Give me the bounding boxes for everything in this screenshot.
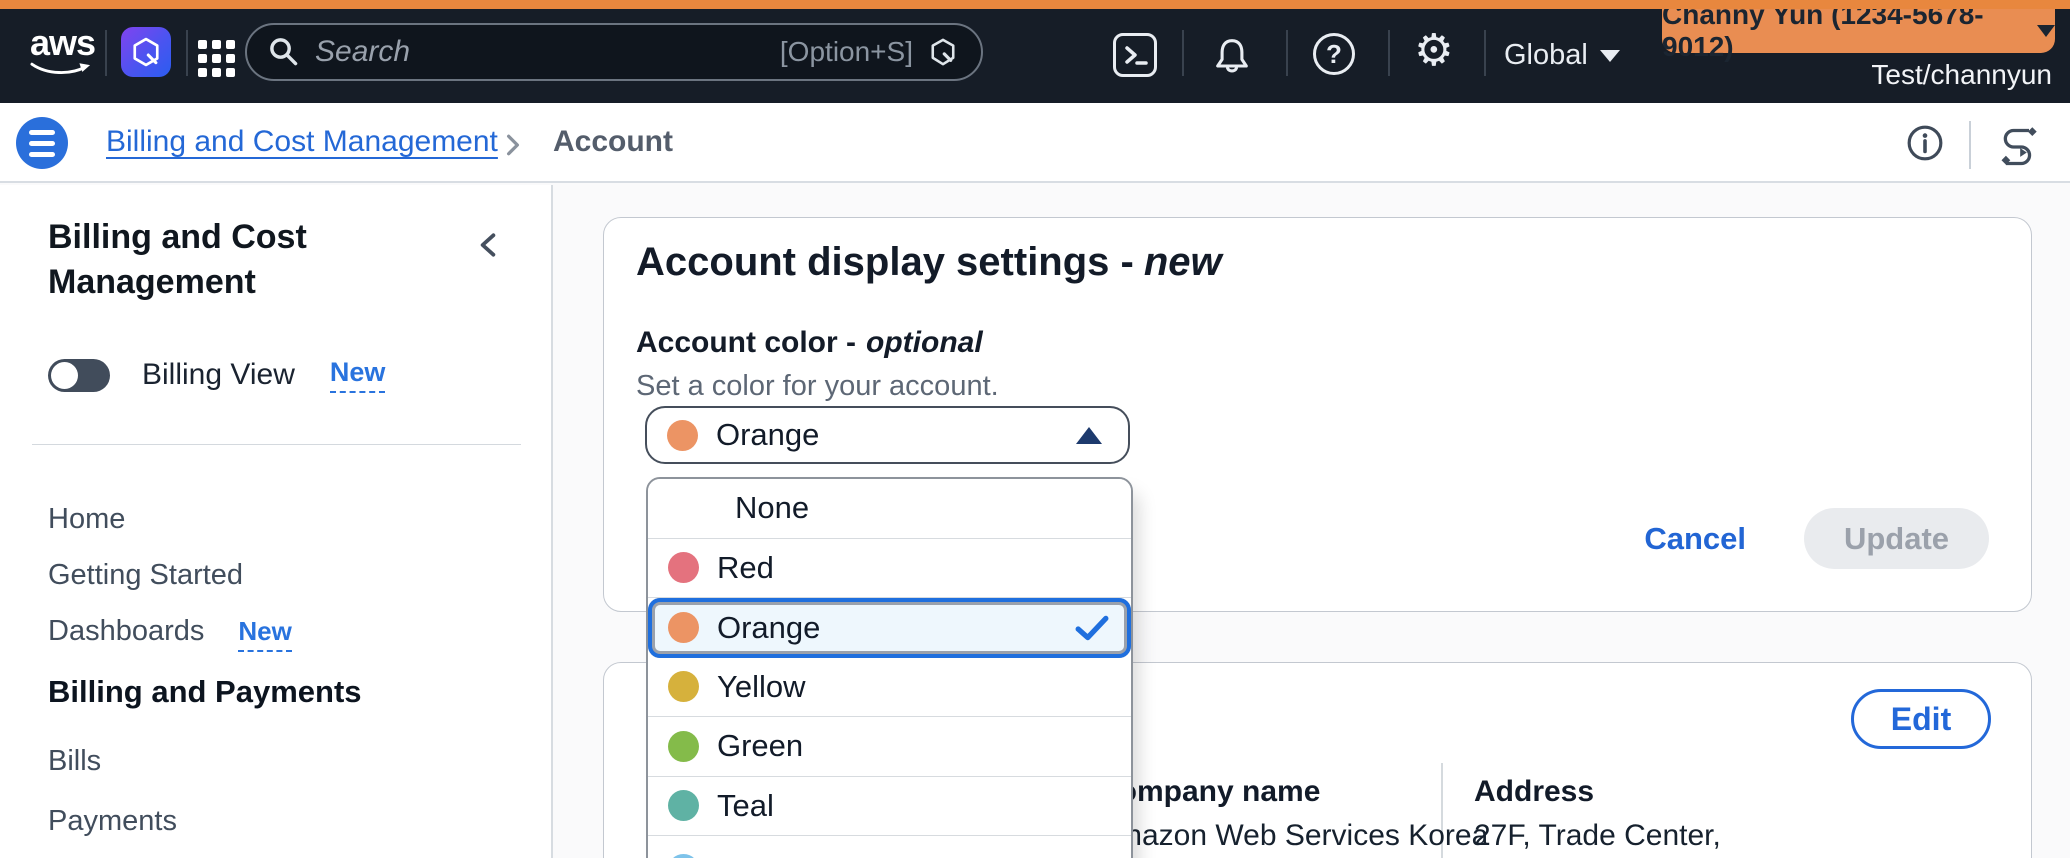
color-swatch bbox=[668, 671, 699, 702]
color-swatch bbox=[668, 854, 699, 858]
divider bbox=[1388, 30, 1390, 76]
info-icon[interactable] bbox=[1906, 124, 1944, 167]
account-color-strip bbox=[0, 0, 2070, 9]
option-orange-selected[interactable]: Orange bbox=[648, 598, 1131, 658]
account-color-select[interactable]: Orange bbox=[645, 406, 1130, 464]
account-color-label: Account color -optional bbox=[636, 326, 983, 360]
account-label: Channy Yun (1234-5678-9012) bbox=[1662, 0, 2027, 63]
aws-logo[interactable]: aws bbox=[30, 25, 94, 81]
account-color-description: Set a color for your account. bbox=[636, 370, 999, 403]
field-label: Company name bbox=[1097, 775, 1488, 809]
bell-icon[interactable] bbox=[1210, 33, 1254, 77]
shield-q-icon bbox=[927, 36, 959, 68]
sidebar-item-dashboards[interactable]: Dashboards New bbox=[48, 615, 292, 652]
gear-icon[interactable]: ⚙ bbox=[1414, 29, 1453, 73]
chevron-right-icon bbox=[505, 133, 521, 157]
breadcrumb-bar: Billing and Cost Management Account bbox=[0, 103, 2070, 183]
billing-view-toggle-row: Billing View New bbox=[48, 357, 385, 393]
sidebar-item-bills[interactable]: Bills bbox=[48, 745, 101, 778]
option-yellow[interactable]: Yellow bbox=[648, 658, 1131, 718]
color-swatch bbox=[668, 731, 699, 762]
cloudshell-icon[interactable] bbox=[1113, 33, 1157, 77]
update-button[interactable]: Update bbox=[1804, 508, 1989, 569]
hamburger-icon[interactable] bbox=[16, 117, 68, 169]
divider bbox=[32, 444, 521, 445]
iam-user-label: Test/channyun bbox=[1871, 59, 2052, 91]
divider bbox=[1969, 121, 1971, 169]
search-input[interactable]: Search [Option+S] bbox=[245, 23, 983, 81]
option-none[interactable]: None bbox=[648, 479, 1131, 539]
field-value: Amazon Web Services Korea bbox=[1097, 819, 1488, 853]
sidebar-section-billing-and-payments: Billing and Payments bbox=[48, 674, 362, 710]
caret-up-icon bbox=[1076, 427, 1102, 444]
main-content: Account display settings -new Account co… bbox=[555, 185, 2070, 858]
route-icon[interactable] bbox=[1996, 125, 2040, 174]
cancel-button[interactable]: Cancel bbox=[1644, 521, 1746, 557]
services-grid-icon[interactable] bbox=[198, 40, 235, 77]
aws-console-screen: aws Search [Option+S] bbox=[0, 0, 2070, 858]
new-badge: New bbox=[238, 616, 291, 652]
breadcrumb-current: Account bbox=[553, 125, 673, 159]
card-title: Account display settings -new bbox=[636, 240, 1222, 285]
company-name-field: Company name Amazon Web Services Korea bbox=[1097, 775, 1488, 853]
option-green[interactable]: Green bbox=[648, 717, 1131, 777]
top-navbar: aws Search [Option+S] bbox=[0, 9, 2070, 103]
field-value: 27F, Trade Center, bbox=[1474, 819, 1721, 853]
help-icon[interactable]: ? bbox=[1313, 33, 1355, 75]
region-label: Global bbox=[1504, 39, 1588, 72]
option-partial[interactable] bbox=[648, 836, 1131, 858]
chevron-down-icon bbox=[1600, 50, 1620, 62]
search-shortcut: [Option+S] bbox=[780, 36, 913, 68]
account-color-dropdown: None Red Orange Yellow Green bbox=[646, 477, 1133, 858]
sidebar-title: Billing and Cost Management bbox=[48, 215, 388, 305]
search-placeholder: Search bbox=[315, 35, 780, 69]
divider bbox=[186, 30, 188, 76]
toggle-label: Billing View bbox=[142, 358, 295, 392]
sidebar-collapse-button[interactable] bbox=[474, 231, 502, 264]
color-swatch bbox=[668, 552, 699, 583]
billing-view-toggle[interactable] bbox=[48, 359, 110, 392]
color-swatch bbox=[668, 790, 699, 821]
chevron-down-icon bbox=[2037, 25, 2055, 37]
edit-button[interactable]: Edit bbox=[1851, 689, 1991, 749]
option-teal[interactable]: Teal bbox=[648, 777, 1131, 837]
aws-smile-icon bbox=[30, 61, 92, 77]
card-actions: Cancel Update bbox=[1644, 508, 1989, 569]
sidebar: Billing and Cost Management Billing View… bbox=[0, 185, 553, 858]
search-icon bbox=[269, 37, 299, 67]
field-label: Address bbox=[1474, 775, 1721, 809]
breadcrumb-link-billing[interactable]: Billing and Cost Management bbox=[106, 125, 498, 159]
color-swatch bbox=[668, 612, 699, 643]
divider bbox=[1286, 30, 1288, 76]
card-title-new: new bbox=[1144, 240, 1222, 284]
divider bbox=[105, 30, 107, 76]
divider bbox=[1484, 30, 1486, 76]
sidebar-item-payments[interactable]: Payments bbox=[48, 805, 177, 838]
sidebar-item-getting-started[interactable]: Getting Started bbox=[48, 559, 243, 592]
chevron-left-icon bbox=[474, 231, 502, 259]
divider bbox=[1182, 30, 1184, 76]
option-red[interactable]: Red bbox=[648, 539, 1131, 599]
selected-color-value: Orange bbox=[716, 417, 819, 453]
new-badge[interactable]: New bbox=[330, 357, 386, 393]
address-field: Address 27F, Trade Center, bbox=[1474, 775, 1721, 853]
amazon-q-icon[interactable] bbox=[121, 27, 171, 77]
region-selector[interactable]: Global bbox=[1504, 39, 1620, 72]
selected-color-swatch bbox=[667, 420, 698, 451]
checkmark-icon bbox=[1075, 614, 1109, 642]
sidebar-item-home[interactable]: Home bbox=[48, 503, 125, 536]
